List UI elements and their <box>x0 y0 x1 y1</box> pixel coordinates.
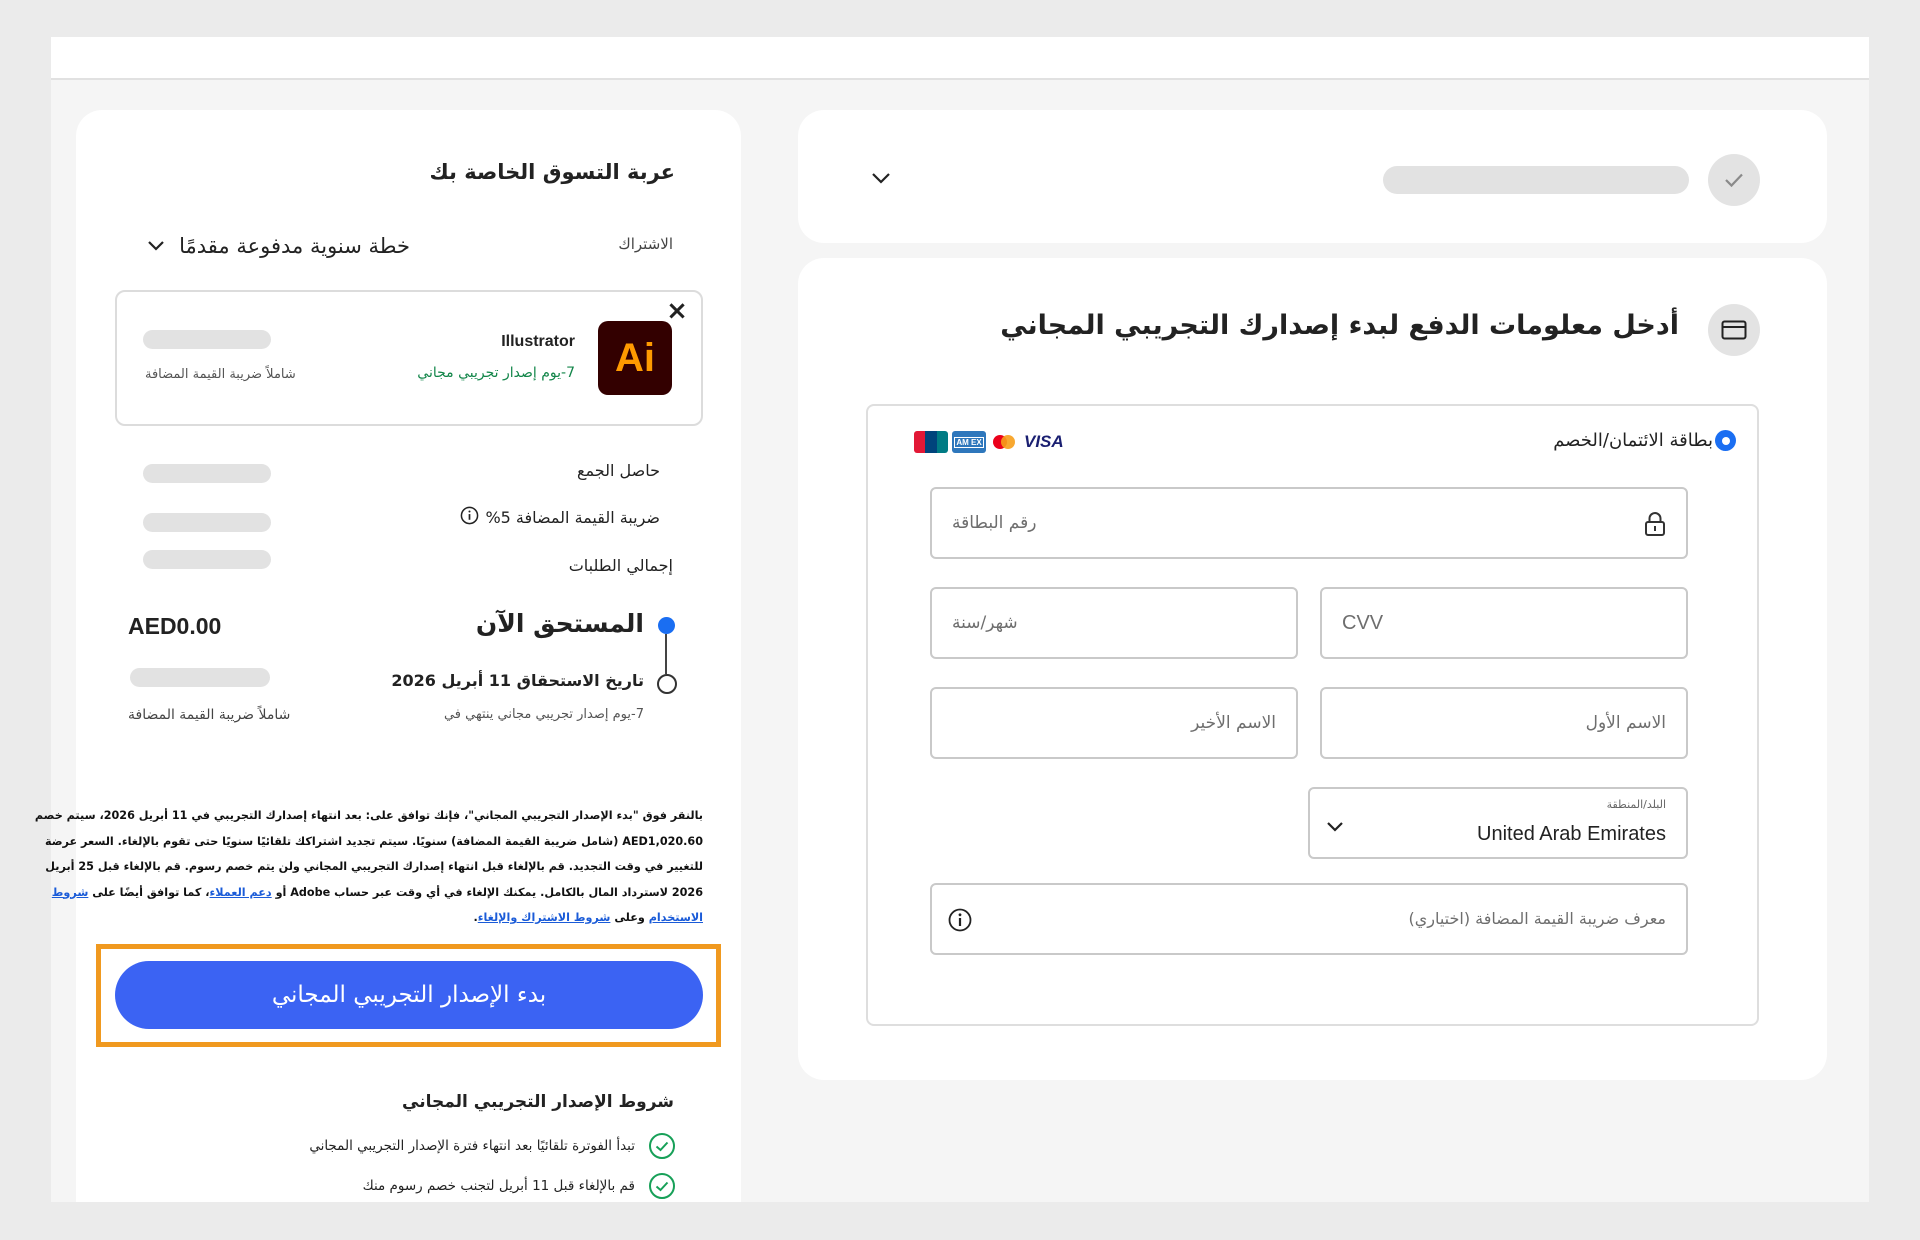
legal-line-4: 2026 لاسترداد المال بالكامل. يمكنك الإلغ… <box>51 885 703 899</box>
timeline-line <box>665 634 667 674</box>
timeline-dot-active <box>658 617 675 634</box>
mastercard-icon <box>990 431 1020 453</box>
trial-term-item: تبدأ الفوترة تلقائيًا بعد انتهاء فترة ال… <box>309 1133 675 1159</box>
product-trial-text: 7-يوم إصدار تجريبي مجاني <box>417 365 575 381</box>
country-select[interactable]: البلد/المنطقة United Arab Emirates <box>1308 787 1688 859</box>
top-bar <box>51 37 1869 80</box>
legal-line-5: الاستخدام وعلى شروط الاشتراك والإلغاء. <box>473 911 703 924</box>
illustrator-app-icon: Ai <box>598 321 672 395</box>
plan-dropdown-value: خطة سنوية مدفوعة مقدمًا <box>179 234 410 258</box>
checkmark-icon <box>1725 173 1743 188</box>
start-trial-button[interactable]: بدء الإصدار التجريبي المجاني <box>115 961 703 1029</box>
product-vat-note: شاملاً ضريبة القيمة المضافة <box>145 367 296 382</box>
illustrator-icon-text: Ai <box>615 335 655 380</box>
chevron-down-icon <box>147 237 165 256</box>
visa-icon: VISA <box>1024 432 1064 451</box>
vat-placeholder <box>143 513 271 532</box>
legal-line-1: بالنقر فوق "بدء الإصدار التجريبي المجاني… <box>34 809 703 822</box>
subtotal-placeholder <box>143 464 271 483</box>
step-complete-badge <box>1708 154 1760 206</box>
lock-icon <box>1644 511 1666 541</box>
info-icon[interactable] <box>948 908 972 936</box>
due-now-label: المستحق الآن <box>475 609 644 638</box>
subscription-label: الاشتراك <box>618 235 673 253</box>
card-brand-logos: AM EX VISA <box>914 431 1064 453</box>
unionpay-icon <box>914 431 948 453</box>
info-icon[interactable] <box>460 506 479 529</box>
order-total-label: إجمالي الطلبات <box>568 556 673 575</box>
chevron-down-icon <box>872 173 890 184</box>
checkmark-icon <box>649 1133 675 1159</box>
country-value: United Arab Emirates <box>1477 823 1666 845</box>
credit-card-icon <box>1721 320 1747 340</box>
first-name-placeholder: الاسم الأول <box>1585 713 1666 733</box>
expiry-placeholder: شهر/سنة <box>952 613 1018 633</box>
close-icon: × <box>666 296 688 326</box>
due-amount-placeholder <box>130 668 270 687</box>
trial-term-item: قم بالإلغاء قبل 11 أبريل لتجنب خصم رسوم … <box>363 1173 675 1199</box>
vat-id-placeholder: معرف ضريبة القيمة المضافة (اختياري) <box>1408 909 1666 928</box>
cart-title: عربة التسوق الخاصة بك <box>429 160 676 184</box>
customer-support-link[interactable]: دعم العملاء <box>210 886 272 899</box>
expiry-input[interactable]: شهر/سنة <box>930 587 1298 659</box>
trial-term-text: قم بالإلغاء قبل 11 أبريل لتجنب خصم رسوم … <box>362 1178 635 1194</box>
expand-step-button[interactable] <box>866 166 896 190</box>
vat-row: ضريبة القيمة المضافة 5% <box>460 506 660 529</box>
vat-id-input[interactable]: معرف ضريبة القيمة المضافة (اختياري) <box>930 883 1688 955</box>
product-price-placeholder <box>143 330 271 349</box>
payment-title: أدخل معلومات الدفع لبدء إصدارك التجريبي … <box>1000 310 1679 341</box>
first-name-input[interactable]: الاسم الأول <box>1320 687 1688 759</box>
payment-step-badge <box>1708 304 1760 356</box>
chevron-down-icon <box>1326 818 1344 837</box>
due-now-amount: AED0.00 <box>128 613 222 639</box>
due-vat-note: شاملاً ضريبة القيمة المضافة <box>128 707 291 723</box>
start-trial-button-label: بدء الإصدار التجريبي المجاني <box>271 982 547 1008</box>
radio-selected-icon <box>1715 430 1736 451</box>
account-email-placeholder <box>1383 166 1689 194</box>
product-name: Illustrator <box>501 333 575 350</box>
card-payment-radio[interactable]: بطاقة الائتمان/الخصم <box>1553 430 1736 451</box>
legal-text: بالنقر فوق "بدء الإصدار التجريبي المجاني… <box>34 803 703 931</box>
trial-term-text: تبدأ الفوترة تلقائيًا بعد انتهاء فترة ال… <box>309 1138 635 1154</box>
country-label: البلد/المنطقة <box>1606 798 1666 811</box>
due-date-label: تاريخ الاستحقاق 11 أبريل 2026 <box>391 671 644 690</box>
trial-ends-text: 7-يوم إصدار تجريبي مجاني ينتهي في <box>443 707 644 722</box>
cvv-placeholder: CVV <box>1342 612 1384 634</box>
terms-of-use-link-part2[interactable]: الاستخدام <box>649 911 703 924</box>
checkmark-icon <box>649 1173 675 1199</box>
vat-label: ضريبة القيمة المضافة 5% <box>485 508 660 527</box>
cvv-input[interactable]: CVV <box>1320 587 1688 659</box>
amex-icon: AM EX <box>952 431 986 453</box>
subscription-terms-link[interactable]: شروط الاشتراك والإلغاء <box>478 911 611 924</box>
legal-line-3: للتغيير في وقت التجديد. قم بالإلغاء قبل … <box>45 860 703 873</box>
remove-product-button[interactable]: × <box>666 296 688 326</box>
last-name-placeholder: الاسم الأخير <box>1191 713 1276 733</box>
plan-dropdown[interactable]: خطة سنوية مدفوعة مقدمًا <box>140 228 410 264</box>
legal-line-2: AED1,020.60 (شامل ضريبة القيمة المضافة) … <box>44 834 703 848</box>
timeline-dot-future <box>657 674 677 694</box>
card-payment-label: بطاقة الائتمان/الخصم <box>1553 430 1713 451</box>
last-name-input[interactable]: الاسم الأخير <box>930 687 1298 759</box>
subtotal-label: حاصل الجمع <box>577 461 660 480</box>
card-number-input[interactable]: رقم البطاقة <box>930 487 1688 559</box>
trial-terms-title: شروط الإصدار التجريبي المجاني <box>402 1092 674 1112</box>
card-number-placeholder: رقم البطاقة <box>952 513 1037 533</box>
terms-of-use-link-part1[interactable]: شروط <box>52 886 89 899</box>
order-total-placeholder <box>143 550 271 569</box>
